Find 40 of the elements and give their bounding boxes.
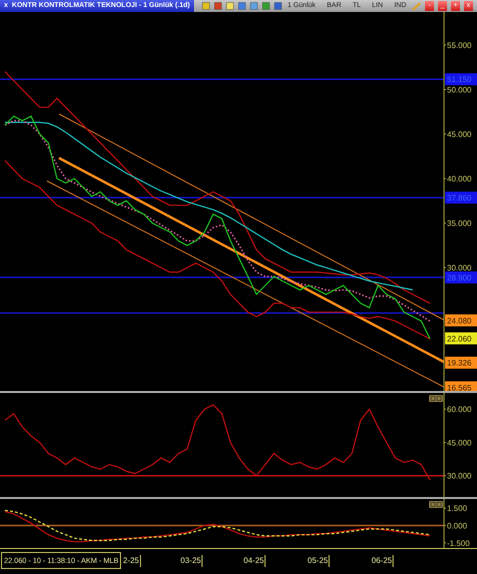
pane-buttons-icon[interactable] — [429, 501, 443, 508]
tick-label: -1.500 — [444, 538, 470, 548]
y-tick-label: 35.000 — [447, 219, 472, 228]
date-label: 2-25 — [122, 555, 141, 567]
tick-label: 35.000 — [444, 219, 472, 228]
price-label: 16.565 — [445, 381, 477, 391]
price-label: 51.150 — [445, 73, 477, 86]
ref-line-label: 51.150 — [447, 75, 472, 84]
price-label: 22.060 — [445, 332, 477, 344]
tick-label: 55.000 — [444, 40, 472, 50]
tick-label: 45.000 — [444, 438, 472, 448]
date-label: 04-25 — [244, 555, 266, 567]
pane-buttons-icon[interactable] — [429, 395, 443, 402]
tick-label: 40.000 — [444, 174, 472, 184]
y-tick-label: 50.000 — [447, 85, 472, 94]
price-label: 37.860 — [445, 192, 477, 204]
y-tick-label: 30.000 — [447, 472, 472, 481]
y-tick-label: 45.000 — [447, 438, 472, 448]
y-tick-label: 55.000 — [447, 40, 472, 50]
price-label: 28.900 — [445, 271, 477, 284]
date-label: 05-25 — [308, 555, 330, 567]
date-label: 03-25 — [180, 555, 203, 567]
tick-label: 30.000 — [444, 264, 472, 273]
y-tick-label: 0.000 — [447, 521, 468, 530]
y-tick-label: 60.000 — [447, 405, 472, 414]
tick-label: 0.000 — [444, 521, 468, 530]
tick-label: 45.000 — [444, 130, 472, 140]
tick-label: 1.500 — [444, 504, 468, 514]
ref-line-label: 28.900 — [447, 273, 472, 282]
tick-label: 60.000 — [444, 405, 472, 414]
y-tick-label: 45.000 — [447, 130, 472, 140]
date-label: 06-25 — [372, 555, 394, 567]
y-tick-label: 30.000 — [447, 264, 472, 273]
ref-line-label: 37.860 — [447, 194, 472, 203]
tick-label: 30.000 — [444, 472, 472, 481]
y-tick-label: 40.000 — [447, 174, 472, 184]
tick-label: 50.000 — [444, 86, 472, 94]
price-label: 19.326 — [445, 356, 477, 369]
y-tick-label: 1.500 — [447, 504, 468, 514]
price-label: 24.080 — [445, 314, 477, 326]
